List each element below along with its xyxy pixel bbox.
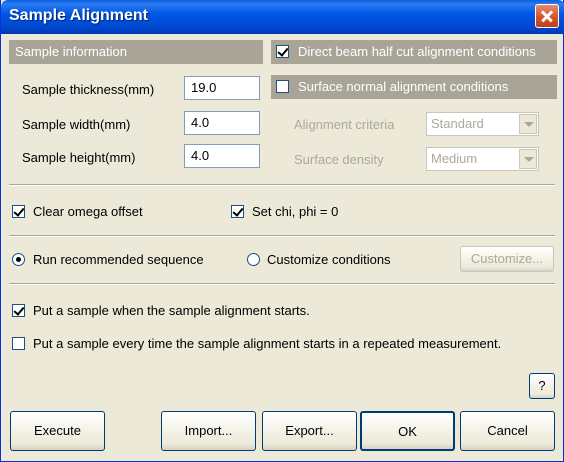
direct-beam-option[interactable]: Direct beam half cut alignment condition… <box>271 40 557 64</box>
direct-beam-checkbox[interactable] <box>276 45 289 58</box>
clear-omega-label[interactable]: Clear omega offset <box>33 204 143 219</box>
surface-density-label: Surface density <box>294 152 384 167</box>
put-sample-every-time-checkbox[interactable] <box>12 337 25 350</box>
sample-alignment-dialog: Sample Alignment Sample information Samp… <box>0 0 564 462</box>
customize-conditions-label[interactable]: Customize conditions <box>267 252 391 267</box>
surface-normal-label: Surface normal alignment conditions <box>298 79 509 94</box>
sample-width-input[interactable]: 4.0 <box>184 111 260 135</box>
alignment-criteria-label: Alignment criteria <box>294 117 395 132</box>
put-sample-on-start-label[interactable]: Put a sample when the sample alignment s… <box>33 303 310 318</box>
execute-button[interactable]: Execute <box>10 411 105 451</box>
clear-omega-checkbox[interactable] <box>12 205 25 218</box>
surface-normal-option[interactable]: Surface normal alignment conditions <box>271 75 557 99</box>
sample-width-label: Sample width(mm) <box>22 117 131 132</box>
set-chi-phi-label[interactable]: Set chi, phi = 0 <box>252 204 338 219</box>
sample-height-label: Sample height(mm) <box>22 150 136 165</box>
help-button[interactable]: ? <box>529 373 555 399</box>
separator <box>9 235 555 237</box>
close-icon[interactable] <box>535 4 559 28</box>
customize-conditions-radio[interactable] <box>247 253 260 266</box>
run-recommended-label[interactable]: Run recommended sequence <box>33 252 204 267</box>
surface-density-value: Medium <box>431 151 478 166</box>
chevron-down-icon[interactable] <box>519 149 537 169</box>
sample-thickness-input[interactable]: 19.0 <box>184 76 260 100</box>
import-button[interactable]: Import... <box>161 411 256 451</box>
alignment-criteria-value: Standard <box>431 116 484 131</box>
put-sample-every-time-label[interactable]: Put a sample every time the sample align… <box>33 336 501 351</box>
set-chi-phi-checkbox[interactable] <box>231 205 244 218</box>
separator <box>9 184 555 186</box>
direct-beam-label: Direct beam half cut alignment condition… <box>298 44 536 59</box>
ok-button[interactable]: OK <box>360 411 455 451</box>
put-sample-on-start-checkbox[interactable] <box>12 304 25 317</box>
customize-button[interactable]: Customize... <box>460 246 554 272</box>
alignment-criteria-select[interactable]: Standard <box>426 112 539 136</box>
sample-information-header: Sample information <box>9 40 263 64</box>
chevron-down-icon[interactable] <box>519 114 537 134</box>
cancel-button[interactable]: Cancel <box>460 411 555 451</box>
surface-density-select[interactable]: Medium <box>426 147 539 171</box>
export-button[interactable]: Export... <box>262 411 357 451</box>
title-bar[interactable]: Sample Alignment <box>1 0 564 34</box>
window-title: Sample Alignment <box>9 7 148 24</box>
surface-normal-checkbox[interactable] <box>276 80 289 93</box>
separator <box>9 283 555 285</box>
run-recommended-radio[interactable] <box>12 253 25 266</box>
sample-height-input[interactable]: 4.0 <box>184 144 260 168</box>
sample-thickness-label: Sample thickness(mm) <box>22 82 155 97</box>
